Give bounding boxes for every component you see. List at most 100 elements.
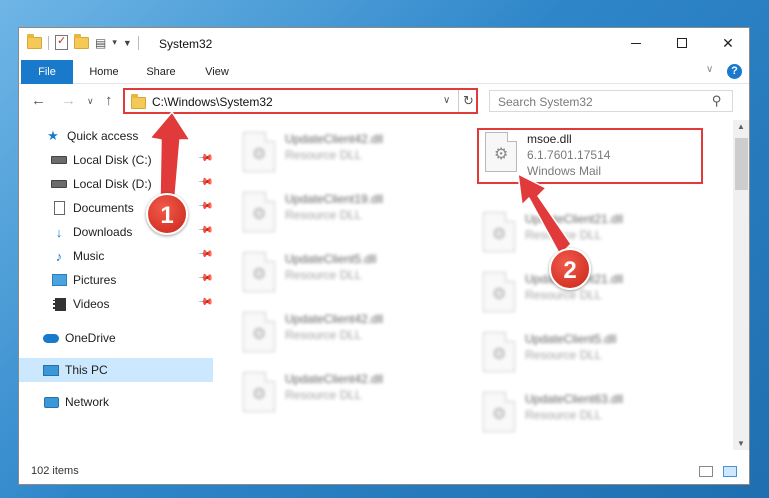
onedrive-icon [43, 333, 59, 343]
file-type: Resource DLL [285, 328, 362, 342]
tab-home[interactable]: Home [79, 60, 129, 84]
pin-icon[interactable]: 📌 [197, 198, 214, 215]
refresh-icon[interactable]: ↻ [458, 90, 478, 112]
file-type: Resource DLL [525, 228, 602, 242]
list-item[interactable]: ⚙ UpdateClient19.dll Resource DLL [235, 188, 435, 244]
folder-icon [131, 94, 146, 109]
pin-icon[interactable]: 📌 [197, 150, 214, 167]
gear-icon: ⚙ [492, 226, 507, 243]
navigation-pane: ★ Quick access Local Disk (C:) 📌 Local D… [19, 120, 214, 450]
pin-icon[interactable]: 📌 [197, 270, 214, 287]
file-name: UpdateClient5.dll [525, 332, 617, 346]
sidebar-item-local-disk-c[interactable]: Local Disk (C:) 📌 [19, 148, 214, 172]
address-path[interactable]: C:\Windows\System32 [152, 95, 273, 109]
sidebar-item-label: Documents [73, 201, 134, 215]
dll-file-icon: ⚙ [243, 252, 275, 292]
step-1-badge: 1 [146, 193, 188, 235]
tiles-view-icon[interactable] [723, 466, 737, 477]
list-item[interactable]: ⚙ UpdateClient42.dll Resource DLL [235, 128, 435, 184]
close-icon: ✕ [722, 34, 734, 51]
star-icon: ★ [47, 128, 59, 143]
dll-file-icon: ⚙ [483, 272, 515, 312]
list-item[interactable]: ⚙ UpdateClient42.dll Resource DLL [235, 308, 435, 364]
file-type: Resource DLL [525, 288, 602, 302]
minimize-icon [631, 42, 641, 44]
this-pc-icon [43, 364, 59, 376]
file-list: ⚙ UpdateClient42.dll Resource DLL ⚙ Upda… [213, 120, 733, 450]
chevron-down-icon[interactable]: ∨ [443, 95, 450, 106]
disk-icon [51, 180, 67, 188]
sidebar-item-label: Quick access [67, 129, 139, 143]
sidebar-item-label: Downloads [73, 225, 133, 239]
sidebar-item-local-disk-d[interactable]: Local Disk (D:) 📌 [19, 172, 214, 196]
file-type: Resource DLL [285, 268, 362, 282]
sidebar-item-music[interactable]: ♪ Music 📌 [19, 244, 214, 268]
tab-share[interactable]: Share [135, 60, 187, 84]
sidebar-item-label: Network [65, 395, 110, 409]
sidebar-item-network[interactable]: Network [19, 390, 213, 414]
rename-icon[interactable]: ▤ [95, 36, 106, 50]
sidebar-item-label: OneDrive [65, 331, 116, 345]
pin-icon[interactable]: 📌 [197, 294, 214, 311]
pin-icon[interactable]: 📌 [197, 222, 214, 239]
forward-arrow-icon[interactable]: → [61, 92, 76, 109]
sidebar-item-label: This PC [65, 363, 108, 377]
sidebar-item-label: Pictures [73, 273, 117, 287]
gear-icon: ⚙ [252, 386, 267, 403]
pin-icon[interactable]: 📌 [197, 174, 214, 191]
scroll-thumb[interactable] [735, 138, 748, 190]
list-item[interactable]: ⚙ UpdateClient5.dll Resource DLL [475, 328, 675, 384]
search-icon[interactable]: ⚲ [712, 93, 722, 109]
disk-icon [51, 156, 67, 164]
file-type: Resource DLL [285, 388, 362, 402]
search-box[interactable]: Search System32 ⚲ [489, 90, 733, 112]
item-count: 102 items [31, 465, 79, 477]
dll-file-icon: ⚙ [243, 372, 275, 412]
properties-icon[interactable] [55, 34, 68, 50]
search-input[interactable]: Search System32 [498, 95, 593, 109]
folder-icon [27, 33, 42, 49]
up-arrow-icon[interactable]: ↑ [105, 92, 113, 109]
sidebar-item-pictures[interactable]: Pictures 📌 [19, 268, 214, 292]
download-icon: ↓ [55, 224, 63, 240]
sidebar-item-label: Local Disk (D:) [73, 177, 152, 191]
list-item[interactable]: ⚙ UpdateClient5.dll Resource DLL [235, 248, 435, 304]
help-icon[interactable]: ? [727, 64, 742, 79]
recent-locations-icon[interactable]: ∨ [87, 96, 94, 107]
file-name: UpdateClient42.dll [285, 312, 384, 326]
pin-icon[interactable]: 📌 [197, 246, 214, 263]
minimize-button[interactable] [613, 28, 659, 58]
gear-icon: ⚙ [492, 346, 507, 363]
sidebar-item-quick-access[interactable]: ★ Quick access [19, 124, 213, 148]
gear-icon: ⚙ [252, 326, 267, 343]
highlight-box [477, 128, 703, 184]
list-item[interactable]: ⚙ UpdateClient42.dll Resource DLL [235, 368, 435, 424]
sidebar-item-videos[interactable]: Videos 📌 [19, 292, 214, 316]
file-type: Resource DLL [525, 348, 602, 362]
customize-toolbar-icon[interactable]: ▼ [123, 38, 132, 48]
maximize-button[interactable] [659, 28, 705, 58]
vertical-scrollbar[interactable]: ▲ ▼ [733, 120, 749, 450]
sidebar-item-this-pc[interactable]: This PC [19, 358, 213, 382]
tab-view[interactable]: View [193, 60, 241, 84]
gear-icon: ⚙ [252, 206, 267, 223]
title-bar: ▤ ▾ ▼ System32 ✕ [19, 28, 749, 60]
file-name: UpdateClient42.dll [285, 372, 384, 386]
close-button[interactable]: ✕ [705, 28, 749, 58]
details-view-icon[interactable] [699, 466, 713, 477]
back-arrow-icon[interactable]: ← [31, 92, 46, 109]
dll-file-icon: ⚙ [483, 332, 515, 372]
new-folder-icon[interactable] [74, 33, 89, 49]
sidebar-item-onedrive[interactable]: OneDrive [19, 326, 213, 350]
sidebar-item-label: Music [73, 249, 105, 263]
gear-icon: ⚙ [252, 146, 267, 163]
scroll-up-icon[interactable]: ▲ [737, 122, 745, 131]
chevron-down-icon[interactable]: ▾ [112, 37, 117, 48]
step-2-badge: 2 [549, 248, 591, 290]
list-item[interactable]: ⚙ UpdateClient63.dll Resource DLL [475, 388, 675, 444]
scroll-down-icon[interactable]: ▼ [737, 439, 745, 448]
address-bar[interactable]: C:\Windows\System32 ∨ ↻ [123, 88, 478, 114]
quick-access-toolbar: ▤ ▾ ▼ [27, 33, 139, 50]
file-explorer-window: ▤ ▾ ▼ System32 ✕ File Home Share View ∨ … [18, 27, 750, 485]
expand-ribbon-icon[interactable]: ∨ [706, 64, 713, 75]
